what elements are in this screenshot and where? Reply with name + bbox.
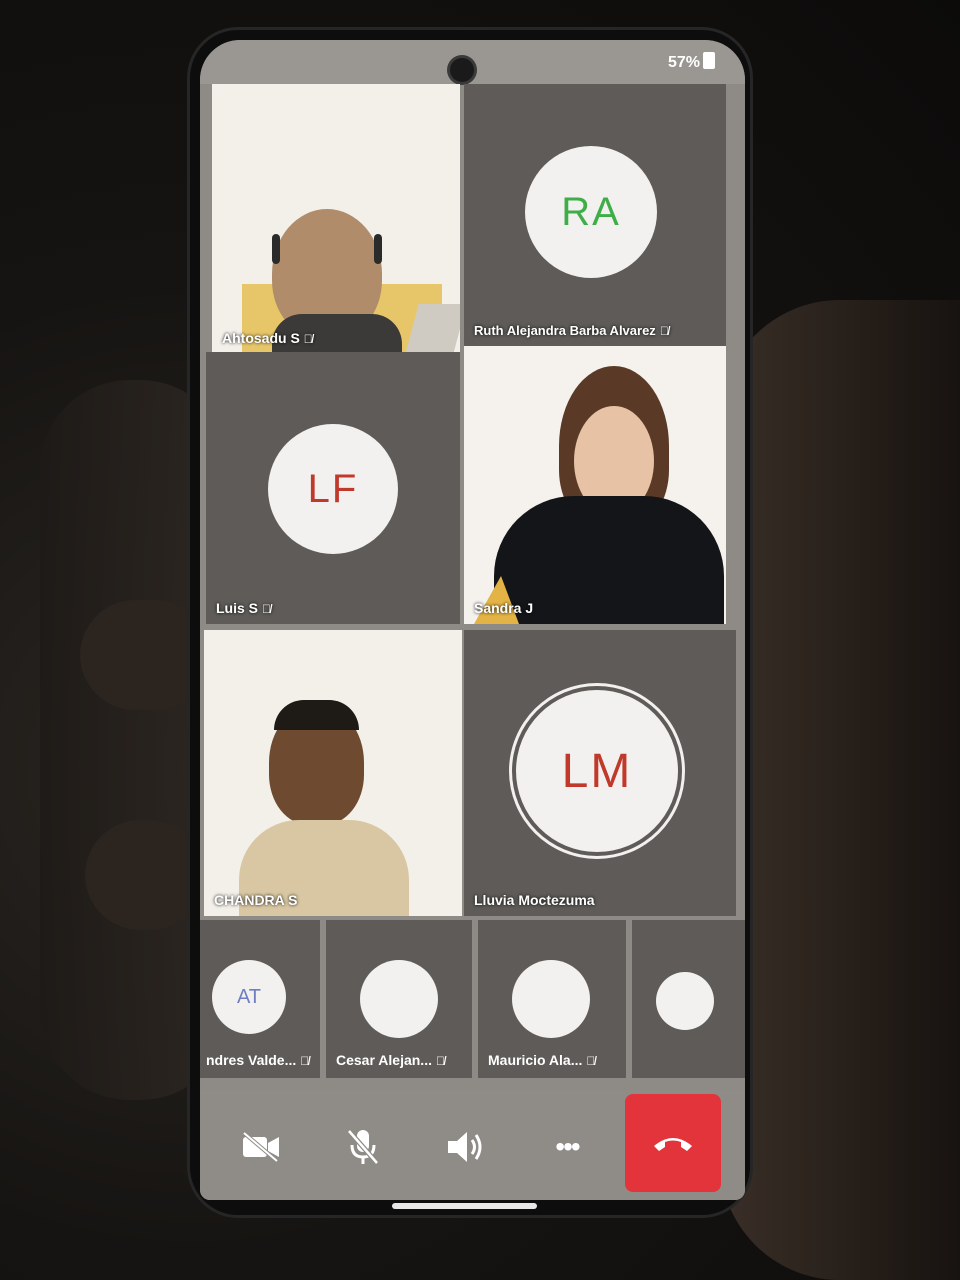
speaker-icon — [448, 1132, 482, 1162]
battery-level: 57% — [667, 54, 700, 71]
camera-off-icon[interactable] — [236, 1122, 286, 1172]
phone-screen: 57% Ahtosadu S 🎙̸ RA Ruth Alejandra Barba… — [200, 40, 745, 1200]
end-call-button[interactable] — [625, 1094, 721, 1192]
battery-indicator: 57% — [668, 52, 715, 72]
participant-thumbnail[interactable]: Cesar Alejan... 🎙̸ — [326, 920, 472, 1078]
end-call-icon — [654, 1138, 692, 1151]
participant-tile[interactable]: CHANDRA S — [204, 630, 462, 916]
participant-avatar — [512, 960, 590, 1038]
headphone-icon — [374, 234, 382, 264]
mic-off-icon — [347, 1129, 379, 1165]
headphone-icon — [272, 234, 280, 264]
participant-thumbnail[interactable]: AT ndres Valde... 🎙̸ — [200, 920, 320, 1078]
participant-tile[interactable]: LM Lluvia Moctezuma — [464, 630, 736, 916]
right-hand — [720, 300, 960, 1280]
front-camera — [450, 58, 474, 82]
participant-name: ndres Valde... 🎙̸ — [206, 1052, 310, 1068]
finger — [85, 820, 205, 930]
participant-avatar: AT — [212, 960, 286, 1034]
participant-name: Luis S 🎙̸ — [216, 600, 272, 616]
participant-avatar — [360, 960, 438, 1038]
camera-off-icon — [242, 1131, 279, 1163]
mic-off-icon: 🎙̸ — [659, 324, 669, 338]
participant-name: Ruth Alejandra Barba Alvarez 🎙̸ — [474, 323, 669, 338]
mic-off-icon[interactable] — [338, 1122, 388, 1172]
participant-name: Cesar Alejan... 🎙̸ — [336, 1052, 445, 1068]
more-icon: ••• — [555, 1131, 580, 1162]
participant-thumbnail[interactable]: Mauricio Ala... 🎙̸ — [478, 920, 626, 1078]
mic-off-icon: 🎙̸ — [435, 1054, 445, 1068]
participant-name: Sandra J — [474, 600, 534, 616]
more-options-button[interactable]: ••• — [542, 1122, 592, 1172]
call-toolbar: ••• — [200, 1090, 745, 1200]
participant-tile[interactable]: Ahtosadu S 🎙̸ — [212, 84, 460, 354]
participant-tile[interactable]: RA Ruth Alejandra Barba Alvarez 🎙̸ — [464, 84, 726, 346]
participant-tile[interactable]: LF Luis S 🎙̸ — [206, 352, 460, 624]
participant-name: CHANDRA S — [214, 892, 298, 908]
participant-thumbnail[interactable] — [632, 920, 745, 1078]
home-indicator — [392, 1203, 537, 1209]
participant-avatar — [656, 972, 714, 1030]
participant-avatar: RA — [525, 146, 657, 278]
participant-tile[interactable]: Sandra J — [464, 346, 726, 624]
battery-icon — [703, 52, 715, 69]
speaker-icon[interactable] — [440, 1122, 490, 1172]
participant-name: Ahtosadu S 🎙̸ — [222, 330, 313, 346]
mic-off-icon: 🎙̸ — [303, 332, 313, 346]
participant-avatar: LF — [268, 424, 398, 554]
participant-avatar: LM — [516, 690, 678, 852]
status-bar: 57% — [200, 40, 745, 84]
participant-name: Lluvia Moctezuma — [474, 892, 595, 908]
mic-off-icon: 🎙̸ — [262, 602, 272, 616]
mic-off-icon: 🎙̸ — [300, 1054, 310, 1068]
participant-hair — [274, 700, 359, 730]
mic-off-icon: 🎙̸ — [586, 1054, 596, 1068]
participant-name: Mauricio Ala... 🎙̸ — [488, 1052, 596, 1068]
